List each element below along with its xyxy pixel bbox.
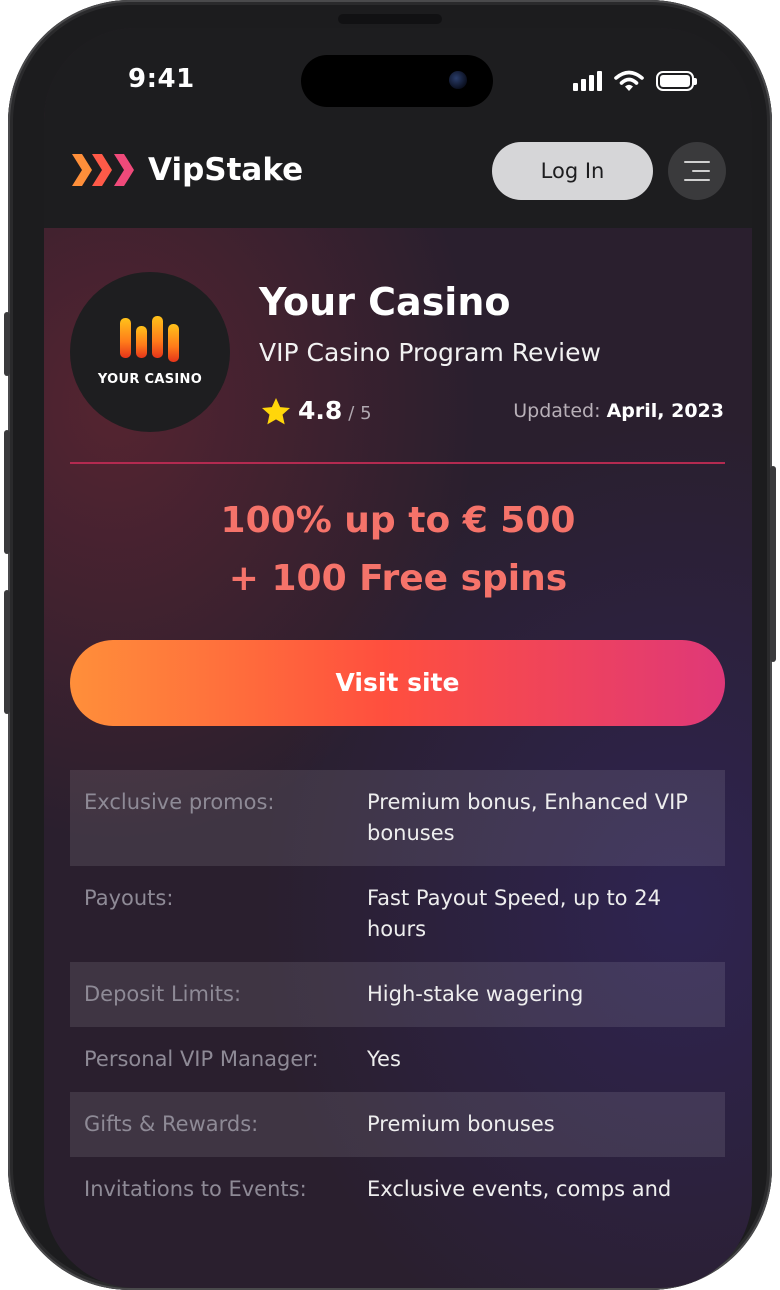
menu-button[interactable] — [668, 142, 726, 200]
rating: 4.8 / 5 — [260, 396, 372, 428]
volume-up-button — [4, 430, 10, 554]
offer-line-2: + 100 Free spins — [228, 558, 568, 599]
table-row: Personal VIP Manager: Yes — [70, 1027, 725, 1092]
vipstake-logo-icon — [72, 154, 134, 186]
casino-logo: YOUR CASINO — [70, 272, 230, 432]
spec-value: Premium bonuses — [367, 1112, 555, 1136]
spec-value: High-stake wagering — [367, 982, 584, 1006]
battery-icon — [656, 71, 697, 91]
spec-label: Payouts: — [84, 886, 174, 910]
spec-value: Fast Payout Speed, up to 24 hours — [367, 886, 661, 941]
signal-icon — [573, 71, 602, 91]
spec-value: Premium bonus, Enhanced VIP bonuses — [367, 790, 688, 845]
star-icon — [262, 398, 290, 425]
casino-subtitle: VIP Casino Program Review — [259, 338, 601, 367]
divider — [70, 462, 725, 464]
status-icons — [573, 70, 697, 92]
updated-value: April, 2023 — [606, 400, 724, 422]
spec-label: Invitations to Events: — [84, 1177, 307, 1201]
table-row: Payouts: Fast Payout Speed, up to 24 hou… — [70, 866, 725, 962]
casino-logo-text: YOUR CASINO — [97, 372, 203, 387]
camera-icon — [449, 71, 467, 89]
spec-label: Personal VIP Manager: — [84, 1047, 319, 1071]
casino-logo-bars-icon — [120, 316, 179, 362]
table-row: Deposit Limits: High-stake wagering — [70, 962, 725, 1027]
phone-frame: 9:41 VipStake Log In YOUR CASINO Your Ca… — [4, 0, 776, 1290]
login-button[interactable]: Log In — [492, 142, 653, 200]
wifi-icon — [614, 70, 644, 91]
table-row: Exclusive promos: Premium bonus, Enhance… — [70, 770, 725, 866]
rating-value: 4.8 — [298, 396, 343, 425]
volume-down-button — [4, 590, 10, 714]
status-time: 9:41 — [128, 64, 195, 94]
app-header: 9:41 VipStake Log In — [44, 28, 752, 228]
spec-label: Deposit Limits: — [84, 982, 242, 1006]
spec-label: Gifts & Rewards: — [84, 1112, 259, 1136]
rating-max: / 5 — [348, 403, 372, 424]
spec-label: Exclusive promos: — [84, 790, 275, 814]
visit-site-button[interactable]: Visit site — [70, 640, 725, 726]
brand-name: VipStake — [148, 152, 304, 188]
updated-label: Updated: — [513, 400, 601, 422]
hamburger-icon — [684, 161, 710, 163]
updated-date: Updated: April, 2023 — [513, 400, 724, 422]
spec-value: Yes — [367, 1047, 401, 1071]
offer-line-1: 100% up to € 500 — [220, 500, 576, 541]
table-row: Gifts & Rewards: Premium bonuses — [70, 1092, 725, 1157]
side-button — [4, 312, 10, 376]
casino-name: Your Casino — [259, 280, 511, 324]
screen: 9:41 VipStake Log In YOUR CASINO Your Ca… — [44, 28, 752, 1288]
brand-logo[interactable]: VipStake — [70, 150, 303, 190]
spec-table: Exclusive promos: Premium bonus, Enhance… — [70, 770, 725, 1222]
speaker-grille — [338, 14, 442, 24]
power-button — [770, 466, 776, 662]
dynamic-island — [301, 55, 493, 107]
spec-value: Exclusive events, comps and — [367, 1177, 672, 1201]
table-row: Invitations to Events: Exclusive events,… — [70, 1157, 725, 1222]
